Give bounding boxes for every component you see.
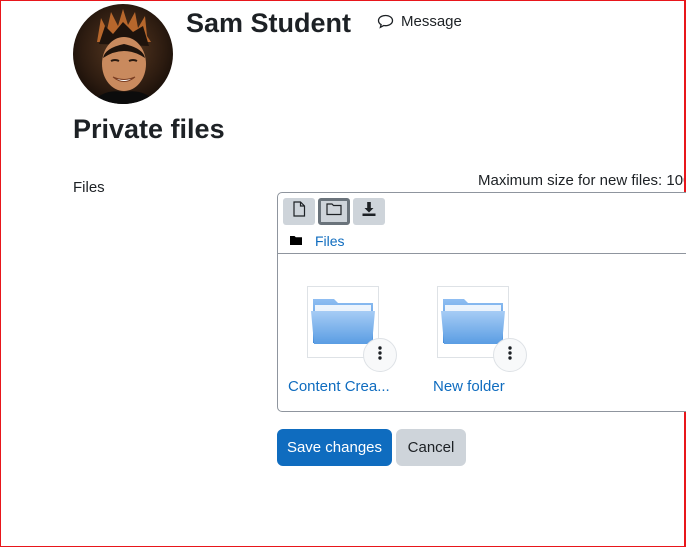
kebab-menu-icon [508,345,512,365]
add-file-icon [292,201,306,222]
user-avatar[interactable] [73,4,173,104]
user-fullname: Sam Student [186,8,352,38]
max-file-size-text: Maximum size for new files: 100MB [478,172,684,189]
create-folder-button[interactable] [318,198,350,225]
add-file-button[interactable] [283,198,315,225]
save-changes-button[interactable]: Save changes [277,429,392,466]
folder-more-actions[interactable] [493,338,527,372]
avatar-image [73,4,173,104]
file-manager-toolbar [283,198,385,225]
breadcrumb: Files [290,232,345,250]
message-label: Message [401,13,462,30]
cancel-button[interactable]: Cancel [396,429,466,466]
create-folder-icon [326,202,342,221]
folder-name-link[interactable]: New folder [433,378,505,395]
folder-name-link[interactable]: Content Crea... [288,378,390,395]
folder-icon [310,293,376,352]
breadcrumb-files-link[interactable]: Files [315,233,345,249]
download-icon [361,201,377,222]
speech-bubble-icon [377,14,394,29]
download-all-button[interactable] [353,198,385,225]
file-manager: Files Content Crea... New folder [277,192,686,412]
folder-more-actions[interactable] [363,338,397,372]
files-field-label: Files [73,179,105,196]
file-manager-divider [278,253,686,254]
folder-icon [290,232,302,250]
message-button[interactable]: Message [377,13,462,30]
kebab-menu-icon [378,345,382,365]
folder-icon [440,293,506,352]
page-title: Private files [73,114,225,144]
